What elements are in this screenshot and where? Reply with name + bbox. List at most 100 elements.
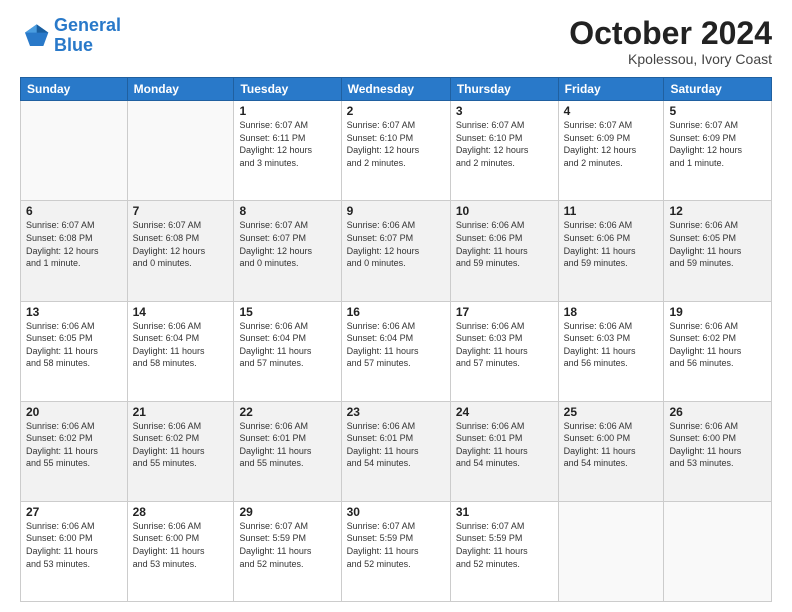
table-row: 22Sunrise: 6:06 AM Sunset: 6:01 PM Dayli…	[234, 401, 341, 501]
day-number: 13	[26, 305, 122, 319]
table-row: 16Sunrise: 6:06 AM Sunset: 6:04 PM Dayli…	[341, 301, 450, 401]
day-number: 4	[564, 104, 659, 118]
table-row: 4Sunrise: 6:07 AM Sunset: 6:09 PM Daylig…	[558, 101, 664, 201]
day-number: 3	[456, 104, 553, 118]
calendar-week-row: 6Sunrise: 6:07 AM Sunset: 6:08 PM Daylig…	[21, 201, 772, 301]
day-info: Sunrise: 6:06 AM Sunset: 6:01 PM Dayligh…	[347, 420, 445, 470]
day-info: Sunrise: 6:07 AM Sunset: 6:10 PM Dayligh…	[456, 119, 553, 169]
logo-text: General Blue	[54, 16, 121, 56]
table-row: 31Sunrise: 6:07 AM Sunset: 5:59 PM Dayli…	[450, 501, 558, 601]
day-number: 17	[456, 305, 553, 319]
day-info: Sunrise: 6:06 AM Sunset: 6:07 PM Dayligh…	[347, 219, 445, 269]
header-wednesday: Wednesday	[341, 78, 450, 101]
table-row	[127, 101, 234, 201]
calendar-week-row: 1Sunrise: 6:07 AM Sunset: 6:11 PM Daylig…	[21, 101, 772, 201]
table-row: 24Sunrise: 6:06 AM Sunset: 6:01 PM Dayli…	[450, 401, 558, 501]
day-number: 2	[347, 104, 445, 118]
day-info: Sunrise: 6:07 AM Sunset: 6:08 PM Dayligh…	[26, 219, 122, 269]
day-number: 8	[239, 204, 335, 218]
day-number: 1	[239, 104, 335, 118]
table-row: 20Sunrise: 6:06 AM Sunset: 6:02 PM Dayli…	[21, 401, 128, 501]
day-info: Sunrise: 6:07 AM Sunset: 6:09 PM Dayligh…	[564, 119, 659, 169]
table-row: 11Sunrise: 6:06 AM Sunset: 6:06 PM Dayli…	[558, 201, 664, 301]
day-number: 22	[239, 405, 335, 419]
day-number: 9	[347, 204, 445, 218]
table-row: 12Sunrise: 6:06 AM Sunset: 6:05 PM Dayli…	[664, 201, 772, 301]
table-row: 15Sunrise: 6:06 AM Sunset: 6:04 PM Dayli…	[234, 301, 341, 401]
table-row: 26Sunrise: 6:06 AM Sunset: 6:00 PM Dayli…	[664, 401, 772, 501]
day-number: 15	[239, 305, 335, 319]
day-info: Sunrise: 6:06 AM Sunset: 6:02 PM Dayligh…	[669, 320, 766, 370]
table-row: 8Sunrise: 6:07 AM Sunset: 6:07 PM Daylig…	[234, 201, 341, 301]
day-number: 16	[347, 305, 445, 319]
day-number: 6	[26, 204, 122, 218]
day-info: Sunrise: 6:07 AM Sunset: 6:08 PM Dayligh…	[133, 219, 229, 269]
day-info: Sunrise: 6:06 AM Sunset: 6:00 PM Dayligh…	[133, 520, 229, 570]
day-info: Sunrise: 6:06 AM Sunset: 6:05 PM Dayligh…	[669, 219, 766, 269]
day-number: 14	[133, 305, 229, 319]
day-number: 21	[133, 405, 229, 419]
day-info: Sunrise: 6:06 AM Sunset: 6:01 PM Dayligh…	[239, 420, 335, 470]
day-number: 20	[26, 405, 122, 419]
table-row: 2Sunrise: 6:07 AM Sunset: 6:10 PM Daylig…	[341, 101, 450, 201]
day-info: Sunrise: 6:06 AM Sunset: 6:06 PM Dayligh…	[456, 219, 553, 269]
table-row: 13Sunrise: 6:06 AM Sunset: 6:05 PM Dayli…	[21, 301, 128, 401]
table-row: 23Sunrise: 6:06 AM Sunset: 6:01 PM Dayli…	[341, 401, 450, 501]
day-info: Sunrise: 6:07 AM Sunset: 5:59 PM Dayligh…	[239, 520, 335, 570]
day-info: Sunrise: 6:07 AM Sunset: 6:11 PM Dayligh…	[239, 119, 335, 169]
day-number: 29	[239, 505, 335, 519]
day-info: Sunrise: 6:06 AM Sunset: 6:00 PM Dayligh…	[26, 520, 122, 570]
day-number: 18	[564, 305, 659, 319]
day-info: Sunrise: 6:06 AM Sunset: 6:00 PM Dayligh…	[669, 420, 766, 470]
calendar-subtitle: Kpolessou, Ivory Coast	[569, 51, 772, 67]
day-number: 24	[456, 405, 553, 419]
table-row	[21, 101, 128, 201]
day-info: Sunrise: 6:06 AM Sunset: 6:05 PM Dayligh…	[26, 320, 122, 370]
day-info: Sunrise: 6:06 AM Sunset: 6:03 PM Dayligh…	[564, 320, 659, 370]
day-number: 28	[133, 505, 229, 519]
table-row: 29Sunrise: 6:07 AM Sunset: 5:59 PM Dayli…	[234, 501, 341, 601]
table-row: 5Sunrise: 6:07 AM Sunset: 6:09 PM Daylig…	[664, 101, 772, 201]
day-info: Sunrise: 6:06 AM Sunset: 6:04 PM Dayligh…	[133, 320, 229, 370]
calendar-title: October 2024	[569, 16, 772, 51]
day-number: 11	[564, 204, 659, 218]
table-row: 9Sunrise: 6:06 AM Sunset: 6:07 PM Daylig…	[341, 201, 450, 301]
day-number: 5	[669, 104, 766, 118]
day-number: 25	[564, 405, 659, 419]
calendar-week-row: 27Sunrise: 6:06 AM Sunset: 6:00 PM Dayli…	[21, 501, 772, 601]
day-info: Sunrise: 6:07 AM Sunset: 6:10 PM Dayligh…	[347, 119, 445, 169]
day-info: Sunrise: 6:06 AM Sunset: 6:02 PM Dayligh…	[26, 420, 122, 470]
calendar-week-row: 13Sunrise: 6:06 AM Sunset: 6:05 PM Dayli…	[21, 301, 772, 401]
table-row: 18Sunrise: 6:06 AM Sunset: 6:03 PM Dayli…	[558, 301, 664, 401]
day-info: Sunrise: 6:06 AM Sunset: 6:04 PM Dayligh…	[239, 320, 335, 370]
day-number: 26	[669, 405, 766, 419]
day-info: Sunrise: 6:07 AM Sunset: 5:59 PM Dayligh…	[456, 520, 553, 570]
logo: General Blue	[20, 16, 121, 56]
logo-icon	[20, 21, 50, 51]
day-info: Sunrise: 6:07 AM Sunset: 6:07 PM Dayligh…	[239, 219, 335, 269]
header-thursday: Thursday	[450, 78, 558, 101]
table-row: 25Sunrise: 6:06 AM Sunset: 6:00 PM Dayli…	[558, 401, 664, 501]
header-sunday: Sunday	[21, 78, 128, 101]
table-row: 28Sunrise: 6:06 AM Sunset: 6:00 PM Dayli…	[127, 501, 234, 601]
calendar-table: Sunday Monday Tuesday Wednesday Thursday…	[20, 77, 772, 602]
table-row: 14Sunrise: 6:06 AM Sunset: 6:04 PM Dayli…	[127, 301, 234, 401]
table-row: 3Sunrise: 6:07 AM Sunset: 6:10 PM Daylig…	[450, 101, 558, 201]
header-saturday: Saturday	[664, 78, 772, 101]
day-info: Sunrise: 6:06 AM Sunset: 6:06 PM Dayligh…	[564, 219, 659, 269]
header-monday: Monday	[127, 78, 234, 101]
day-info: Sunrise: 6:06 AM Sunset: 6:03 PM Dayligh…	[456, 320, 553, 370]
title-block: October 2024 Kpolessou, Ivory Coast	[569, 16, 772, 67]
day-number: 30	[347, 505, 445, 519]
day-info: Sunrise: 6:06 AM Sunset: 6:01 PM Dayligh…	[456, 420, 553, 470]
table-row: 10Sunrise: 6:06 AM Sunset: 6:06 PM Dayli…	[450, 201, 558, 301]
table-row: 27Sunrise: 6:06 AM Sunset: 6:00 PM Dayli…	[21, 501, 128, 601]
day-info: Sunrise: 6:06 AM Sunset: 6:04 PM Dayligh…	[347, 320, 445, 370]
table-row: 21Sunrise: 6:06 AM Sunset: 6:02 PM Dayli…	[127, 401, 234, 501]
day-number: 10	[456, 204, 553, 218]
day-number: 12	[669, 204, 766, 218]
table-row: 6Sunrise: 6:07 AM Sunset: 6:08 PM Daylig…	[21, 201, 128, 301]
calendar-week-row: 20Sunrise: 6:06 AM Sunset: 6:02 PM Dayli…	[21, 401, 772, 501]
header-friday: Friday	[558, 78, 664, 101]
day-info: Sunrise: 6:06 AM Sunset: 6:00 PM Dayligh…	[564, 420, 659, 470]
